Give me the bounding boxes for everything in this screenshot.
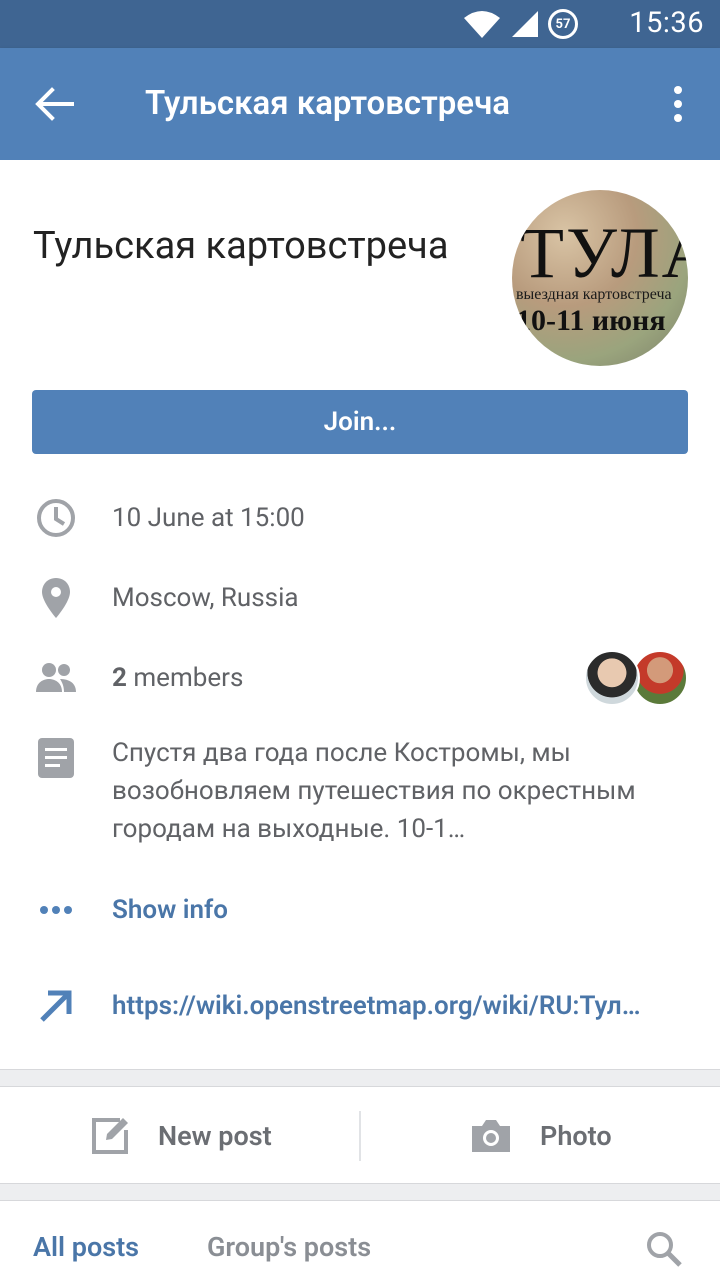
back-arrow-icon[interactable] [32, 84, 76, 124]
new-post-button[interactable]: New post [90, 1113, 272, 1159]
dots-icon [40, 906, 72, 914]
member-avatar [584, 650, 640, 706]
group-name: Тульская картовстреча [33, 224, 449, 268]
external-link[interactable]: https://wiki.openstreetmap.org/wiki/RU:Т… [112, 991, 641, 1021]
tab-groups-posts[interactable]: Group's posts [207, 1231, 371, 1263]
status-icons: 57 [462, 8, 578, 40]
members-icon [36, 663, 76, 692]
actions-divider [359, 1111, 361, 1161]
group-avatar[interactable]: ТУЛА выездная картовстреча 10-11 июня [512, 190, 688, 366]
avatar-text-title: ТУЛА [520, 213, 688, 293]
location-pin-icon [42, 578, 70, 618]
photo-button[interactable]: Photo [470, 1113, 612, 1159]
event-date: 10 June at 15:00 [112, 503, 305, 533]
clock-icon [37, 499, 75, 537]
members-text: 2 members [112, 663, 243, 693]
avatar-text-dates: 10-11 июня [516, 304, 666, 337]
member-avatars[interactable] [584, 650, 688, 706]
new-post-label: New post [158, 1120, 272, 1152]
location-row: Moscow, Russia [0, 576, 720, 620]
status-bar: 57 15:36 [0, 0, 720, 48]
event-location: Moscow, Russia [112, 583, 299, 613]
camera-icon [472, 1120, 510, 1152]
date-row: 10 June at 15:00 [0, 496, 720, 540]
members-label: members [126, 663, 244, 693]
posts-tabs: All posts Group's posts [0, 1200, 720, 1280]
external-link-row[interactable]: https://wiki.openstreetmap.org/wiki/RU:Т… [0, 984, 720, 1028]
app-toolbar: Тульская картовстреча [0, 48, 720, 160]
description-icon [38, 738, 74, 778]
more-vert-icon[interactable] [666, 84, 690, 124]
external-link-icon [40, 990, 72, 1022]
search-icon[interactable] [644, 1229, 684, 1269]
wifi-icon [464, 11, 500, 38]
edit-icon [92, 1118, 128, 1154]
member-avatar [632, 650, 688, 706]
group-info-card: Тульская картовстреча ТУЛА выездная карт… [0, 160, 720, 1070]
join-button[interactable]: Join... [32, 390, 688, 454]
show-info-link[interactable]: Show info [112, 895, 228, 925]
members-count: 2 [112, 663, 127, 693]
signal-icon [512, 11, 538, 37]
toolbar-title: Тульская картовстреча [145, 84, 510, 123]
clock-time: 15:36 [629, 6, 704, 40]
battery-icon: 57 [548, 9, 578, 39]
event-description: Спустя два года после Костромы, мы возоб… [112, 738, 636, 844]
show-info-row[interactable]: Show info [0, 888, 720, 932]
post-actions-bar: New post Photo [0, 1086, 720, 1184]
photo-label: Photo [540, 1120, 612, 1152]
avatar-text-subtitle: выездная картовстреча [516, 286, 672, 303]
tab-all-posts[interactable]: All posts [33, 1231, 139, 1263]
